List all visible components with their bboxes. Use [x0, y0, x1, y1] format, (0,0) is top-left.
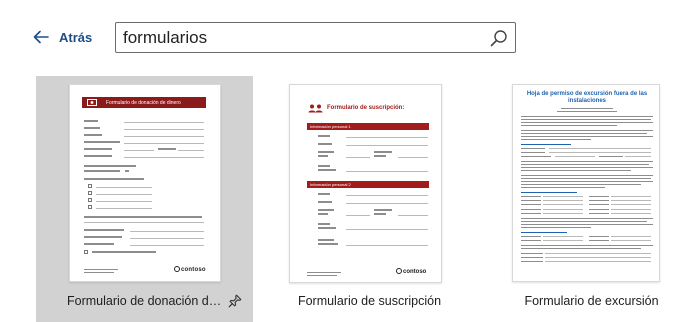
template-name: Formulario de suscripción	[297, 294, 442, 308]
contoso-logo: contoso	[396, 268, 426, 275]
search-icon	[490, 30, 507, 47]
pin-icon[interactable]	[228, 294, 242, 308]
search-box	[115, 22, 516, 53]
section-bar-1: Información personal 1	[307, 123, 429, 130]
section-bar-2: Información personal 2	[307, 181, 429, 188]
arrow-left-icon	[33, 30, 49, 44]
template-name: Formulario de excursión	[524, 294, 659, 308]
template-thumbnail: Formulario de donación de dinero contoso	[69, 84, 221, 282]
template-card-donation[interactable]: Formulario de donación de dinero contoso…	[36, 76, 253, 322]
template-card-subscription[interactable]: Formulario de suscripción: Información p…	[262, 76, 477, 322]
people-icon	[308, 104, 323, 113]
thumbnail-title: Hoja de permiso de excursión fuera de la…	[526, 91, 648, 104]
money-icon	[87, 99, 97, 106]
search-input[interactable]	[123, 26, 483, 50]
thumbnail-title-bar: Formulario de donación de dinero	[82, 97, 206, 108]
contoso-logo: contoso	[174, 266, 206, 273]
back-button[interactable]: Atrás	[33, 26, 92, 48]
search-button[interactable]	[487, 26, 511, 50]
thumbnail-title: Formulario de suscripción:	[327, 105, 405, 111]
template-name: Formulario de donación de...	[67, 294, 225, 308]
back-label: Atrás	[59, 29, 93, 45]
template-thumbnail: Hoja de permiso de excursión fuera de la…	[512, 84, 660, 282]
template-card-field-trip[interactable]: Hoja de permiso de excursión fuera de la…	[484, 76, 699, 322]
thumbnail-title: Formulario de donación de dinero	[106, 99, 181, 106]
template-thumbnail: Formulario de suscripción: Información p…	[289, 84, 442, 283]
